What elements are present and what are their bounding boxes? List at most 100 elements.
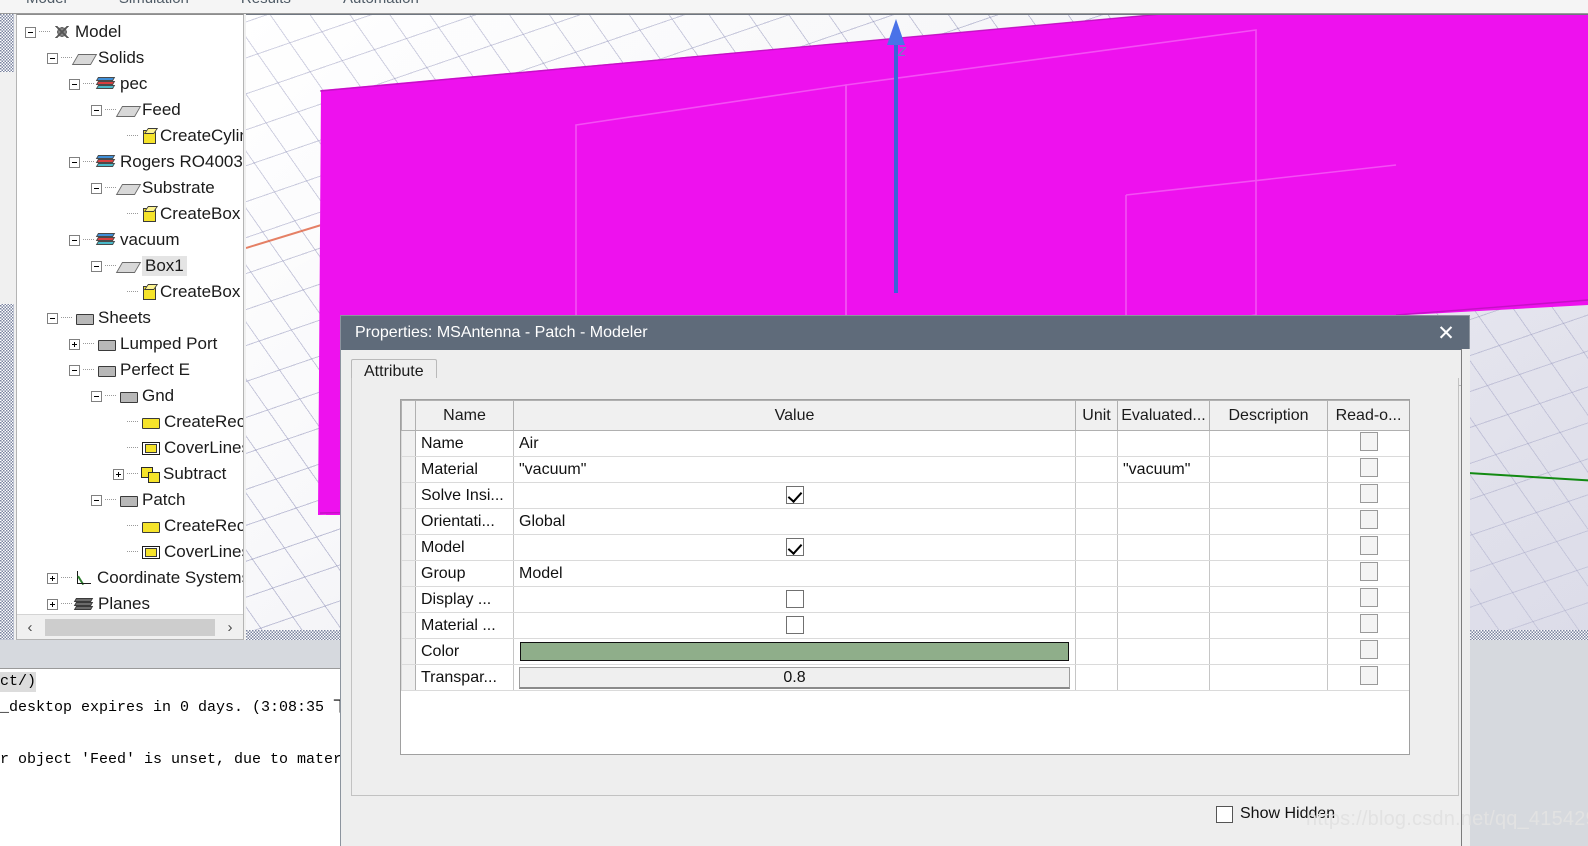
table-row[interactable]: Model: [401, 534, 1409, 561]
checkbox-unchecked[interactable]: [785, 616, 804, 635]
property-value-cell[interactable]: Model: [513, 560, 1076, 587]
property-value-cell[interactable]: Air: [513, 430, 1076, 457]
table-row[interactable]: Material ...: [401, 612, 1409, 639]
row-selector-cell[interactable]: [401, 664, 416, 691]
property-readonly-cell[interactable]: [1327, 612, 1409, 639]
property-readonly-cell[interactable]: [1327, 560, 1409, 587]
property-value-cell[interactable]: [513, 534, 1076, 561]
collapse-icon[interactable]: [69, 234, 80, 246]
ribbon-tab-results[interactable]: Results: [215, 0, 317, 7]
readonly-checkbox[interactable]: [1359, 509, 1378, 529]
tree-item-feed[interactable]: Feed: [17, 97, 243, 123]
row-selector-cell[interactable]: [401, 534, 416, 561]
tree-item-model[interactable]: Model: [17, 19, 243, 45]
table-row[interactable]: Display ...: [401, 586, 1409, 613]
row-selector-cell[interactable]: [401, 560, 416, 587]
checkbox-checked[interactable]: [785, 538, 804, 557]
collapse-icon[interactable]: [47, 52, 58, 64]
column-header-read-o[interactable]: Read-o...: [1327, 400, 1409, 431]
readonly-checkbox[interactable]: [1359, 561, 1378, 581]
tree-item-subtract[interactable]: Subtract: [17, 461, 243, 487]
checkbox-unchecked[interactable]: [785, 590, 804, 609]
tree-item-pec[interactable]: pec: [17, 71, 243, 97]
tree-item-createcylinde[interactable]: CreateCylinde: [17, 123, 243, 149]
scroll-right-icon[interactable]: ›: [217, 614, 243, 639]
property-value-cell[interactable]: [513, 612, 1076, 639]
tree-item-gnd[interactable]: Gnd: [17, 383, 243, 409]
row-selector-cell[interactable]: [401, 612, 416, 639]
tree-item-perfect-e[interactable]: Perfect E: [17, 357, 243, 383]
column-header-gutter[interactable]: [401, 400, 416, 431]
property-readonly-cell[interactable]: [1327, 586, 1409, 613]
property-value-cell[interactable]: [513, 638, 1076, 665]
column-header-name[interactable]: Name: [415, 400, 514, 431]
column-header-value[interactable]: Value: [513, 400, 1076, 431]
tree-item-vacuum[interactable]: vacuum: [17, 227, 243, 253]
tree-item-sheets[interactable]: Sheets: [17, 305, 243, 331]
property-value-cell[interactable]: [513, 586, 1076, 613]
tree-item-createrectan[interactable]: CreateRectan: [17, 513, 243, 539]
property-readonly-cell[interactable]: [1327, 430, 1409, 457]
table-row[interactable]: Name Air: [401, 430, 1409, 457]
table-row[interactable]: Material "vacuum" "vacuum": [401, 456, 1409, 483]
property-value-cell[interactable]: "vacuum": [513, 456, 1076, 483]
ribbon-tab-automation[interactable]: Automation: [317, 0, 445, 7]
property-readonly-cell[interactable]: [1327, 456, 1409, 483]
expand-icon[interactable]: [69, 338, 80, 350]
table-row[interactable]: Group Model: [401, 560, 1409, 587]
tree-item-rogers-ro4003-tm[interactable]: Rogers RO4003 (tm: [17, 149, 243, 175]
readonly-checkbox[interactable]: [1359, 535, 1378, 555]
tree-item-planes[interactable]: Planes: [17, 591, 243, 613]
tree-item-solids[interactable]: Solids: [17, 45, 243, 71]
row-selector-cell[interactable]: [401, 456, 416, 483]
row-selector-cell[interactable]: [401, 638, 416, 665]
readonly-checkbox[interactable]: [1359, 431, 1378, 451]
scroll-left-icon[interactable]: ‹: [17, 614, 43, 639]
collapse-icon[interactable]: [91, 390, 102, 402]
readonly-checkbox[interactable]: [1359, 613, 1378, 633]
collapse-icon[interactable]: [91, 260, 102, 272]
column-header-evaluated[interactable]: Evaluated...: [1117, 400, 1210, 431]
collapse-icon[interactable]: [69, 78, 80, 90]
tree-horizontal-scrollbar[interactable]: ‹ ›: [17, 614, 243, 639]
properties-dialog[interactable]: Properties: MSAntenna - Patch - Modeler …: [340, 315, 1470, 846]
show-hidden-checkbox[interactable]: [1216, 805, 1233, 823]
expand-icon[interactable]: [113, 468, 124, 480]
property-value-cell[interactable]: Global: [513, 508, 1076, 535]
collapse-icon[interactable]: [47, 312, 58, 324]
row-selector-cell[interactable]: [401, 430, 416, 457]
property-readonly-cell[interactable]: [1327, 638, 1409, 665]
table-row[interactable]: Color: [401, 638, 1409, 665]
property-value-cell[interactable]: [513, 482, 1076, 509]
expand-icon[interactable]: [47, 572, 58, 584]
tree-item-box1[interactable]: Box1: [17, 253, 243, 279]
readonly-checkbox[interactable]: [1359, 587, 1378, 607]
scrollbar-thumb[interactable]: [45, 618, 215, 636]
readonly-checkbox[interactable]: [1359, 483, 1378, 503]
row-selector-cell[interactable]: [401, 586, 416, 613]
ribbon-tab-simulation[interactable]: Simulation: [93, 0, 215, 7]
tree-item-patch[interactable]: Patch: [17, 487, 243, 513]
project-tree[interactable]: Model Solids pec Feed CreateCylinde Rogers RO…: [16, 14, 244, 640]
collapse-icon[interactable]: [69, 156, 80, 168]
collapse-icon[interactable]: [25, 26, 36, 38]
expand-icon[interactable]: [47, 598, 58, 610]
tree-item-coverlines[interactable]: CoverLines: [17, 435, 243, 461]
dialog-title-bar[interactable]: Properties: MSAntenna - Patch - Modeler …: [341, 316, 1469, 350]
table-row[interactable]: Orientati... Global: [401, 508, 1409, 535]
readonly-checkbox[interactable]: [1359, 639, 1378, 659]
property-value-cell[interactable]: 0.8: [513, 664, 1076, 691]
transparency-slider-value[interactable]: 0.8: [519, 666, 1070, 689]
ribbon-tab-model[interactable]: Model: [0, 0, 93, 7]
tree-item-substrate[interactable]: Substrate: [17, 175, 243, 201]
property-readonly-cell[interactable]: [1327, 508, 1409, 535]
table-row[interactable]: Transpar... 0.8: [401, 664, 1409, 691]
tree-item-lumped-port[interactable]: Lumped Port: [17, 331, 243, 357]
close-icon[interactable]: ✕: [1423, 316, 1469, 350]
tree-item-coordinate-systems[interactable]: Coordinate Systems: [17, 565, 243, 591]
properties-grid[interactable]: Name Value Unit Evaluated... Description Read…: [400, 399, 1410, 755]
checkbox-checked[interactable]: [785, 486, 804, 505]
collapse-icon[interactable]: [91, 494, 102, 506]
color-swatch[interactable]: [520, 642, 1069, 661]
readonly-checkbox[interactable]: [1359, 665, 1378, 685]
